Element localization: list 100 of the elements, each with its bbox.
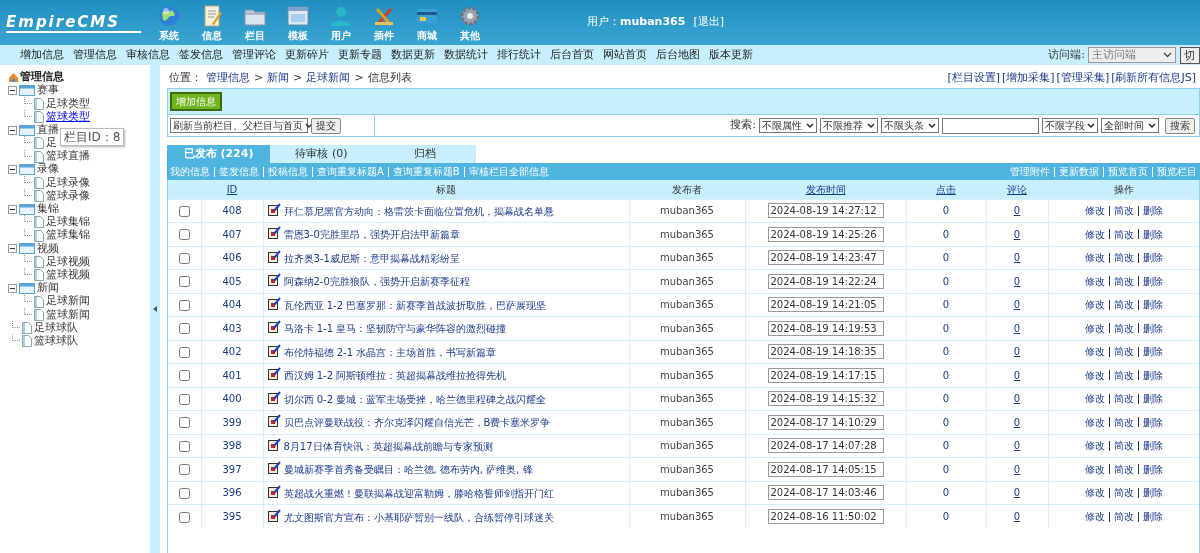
edit-icon[interactable] xyxy=(267,226,281,240)
breadcrumb-link[interactable]: 新闻 xyxy=(267,70,290,87)
title-link[interactable]: 瓦伦西亚 1-2 巴塞罗那：新赛季首战波折取胜，巴萨展现坚 xyxy=(283,297,547,313)
menu-link[interactable]: 数据更新 xyxy=(391,47,435,63)
row-action-link[interactable]: 简改 xyxy=(1113,344,1134,360)
comment-link[interactable]: 0 xyxy=(1013,299,1021,311)
menu-link[interactable]: 管理信息 xyxy=(73,47,117,63)
title-link[interactable]: 贝巴点评曼联战役：齐尔克泽闪耀自信光芒，B费卡塞米罗争 xyxy=(283,415,551,431)
menu-link[interactable]: 签发信息 xyxy=(179,47,223,63)
row-action-link[interactable]: 简改 xyxy=(1113,203,1134,219)
time-field[interactable]: 2024-08-19 14:15:32 xyxy=(767,391,884,407)
time-field[interactable]: 2024-08-17 14:03:46 xyxy=(767,485,884,501)
top-link[interactable]: [管理采集] xyxy=(1056,70,1110,87)
tree-item[interactable]: 录像 xyxy=(37,161,59,178)
column-header-link[interactable]: 发布时间 xyxy=(805,183,846,195)
checkbox[interactable] xyxy=(178,393,190,405)
row-action-link[interactable]: 删除 xyxy=(1142,391,1163,407)
title-link[interactable]: 拉齐奥3-1威尼斯：意甲揭幕战精彩纷呈 xyxy=(283,250,460,266)
menu-link[interactable]: 排行统计 xyxy=(497,47,541,63)
title-link[interactable]: 曼城新赛季首秀备受瞩目：哈兰德, 德布劳内, 萨维奥, 锋 xyxy=(283,462,533,478)
row-action-link[interactable]: 修改 xyxy=(1084,414,1105,430)
time-field[interactable]: 2024-08-19 14:22:24 xyxy=(767,273,884,289)
comment-link[interactable]: 0 xyxy=(1013,252,1021,264)
row-action-link[interactable]: 删除 xyxy=(1142,367,1163,383)
row-action-link[interactable]: 删除 xyxy=(1142,438,1163,454)
time-field[interactable]: 2024-08-19 14:17:15 xyxy=(767,367,884,383)
row-action-link[interactable]: 修改 xyxy=(1084,226,1105,242)
row-action-link[interactable]: 简改 xyxy=(1113,320,1134,336)
dropdown[interactable]: 不限推荐 xyxy=(820,118,878,133)
row-action-link[interactable]: 简改 xyxy=(1113,461,1134,477)
minus-icon[interactable] xyxy=(8,125,17,135)
top-link[interactable]: [刷新所有信息JS] xyxy=(1111,70,1196,87)
row-action-link[interactable]: 修改 xyxy=(1084,344,1105,360)
edit-icon[interactable] xyxy=(267,461,281,475)
menu-link[interactable]: 版本更新 xyxy=(709,47,753,63)
row-action-link[interactable]: 修改 xyxy=(1084,485,1105,501)
title-link[interactable]: 雷恩3-0完胜里昂，强势开启法甲新篇章 xyxy=(283,227,460,243)
edit-icon[interactable] xyxy=(267,320,281,334)
comment-link[interactable]: 0 xyxy=(1013,487,1021,499)
title-link[interactable]: 拜仁慕尼黑官方动向：格雷茨卡面临位置危机，揭幕战名单悬 xyxy=(283,203,554,219)
comment-link[interactable]: 0 xyxy=(1013,346,1021,358)
row-action-link[interactable]: 删除 xyxy=(1142,203,1163,219)
comment-link[interactable]: 0 xyxy=(1013,511,1021,522)
row-action-link[interactable]: 删除 xyxy=(1142,297,1163,313)
time-field[interactable]: 2024-08-16 11:50:02 xyxy=(767,509,884,524)
minus-icon[interactable] xyxy=(8,86,17,96)
comment-link[interactable]: 0 xyxy=(1013,205,1021,217)
checkbox[interactable] xyxy=(178,511,190,523)
row-action-link[interactable]: 修改 xyxy=(1084,509,1105,524)
time-field[interactable]: 2024-08-19 14:27:12 xyxy=(767,203,884,219)
checkbox[interactable] xyxy=(178,323,190,335)
edit-icon[interactable] xyxy=(267,273,281,287)
row-action-link[interactable]: 修改 xyxy=(1084,203,1105,219)
collapse-icon[interactable] xyxy=(153,306,157,312)
tree-item[interactable]: 赛事 xyxy=(37,82,59,99)
row-action-link[interactable]: 简改 xyxy=(1113,226,1134,242)
comment-link[interactable]: 0 xyxy=(1013,322,1021,334)
row-action-link[interactable]: 删除 xyxy=(1142,414,1163,430)
checkbox[interactable] xyxy=(178,487,190,499)
column-header-link[interactable]: 点击 xyxy=(936,183,956,195)
checkbox[interactable] xyxy=(178,229,190,241)
tree-item[interactable]: 足球新闻 xyxy=(46,293,90,310)
minus-icon[interactable] xyxy=(8,204,17,214)
menu-link[interactable]: 增加信息 xyxy=(20,47,64,63)
title-link[interactable]: 阿森纳2-0完胜狼队，强势开启新赛季征程 xyxy=(283,274,470,290)
row-action-link[interactable]: 删除 xyxy=(1142,344,1163,360)
row-action-link[interactable]: 简改 xyxy=(1113,438,1134,454)
submit-button[interactable]: 提交 xyxy=(311,117,341,134)
refresh-dropdown[interactable]: 刷新当前栏目、父栏目与首页 xyxy=(170,118,308,133)
row-action-link[interactable]: 简改 xyxy=(1113,509,1134,524)
time-field[interactable]: 2024-08-19 14:25:26 xyxy=(767,226,884,242)
time-field[interactable]: 2024-08-17 14:10:29 xyxy=(767,414,884,430)
edit-icon[interactable] xyxy=(267,367,281,381)
menu-link[interactable]: 后台地图 xyxy=(656,47,700,63)
menu-link[interactable]: 更新碎片 xyxy=(285,47,329,63)
tab[interactable]: 待审核 (0) xyxy=(270,145,373,163)
tree-item[interactable]: 篮球球队 xyxy=(34,332,78,350)
edit-icon[interactable] xyxy=(267,296,281,310)
switch-button[interactable]: 切 xyxy=(1180,46,1200,64)
top-link[interactable]: [增加采集] xyxy=(1002,70,1055,87)
title-link[interactable]: 尤文图斯官方宣布：小基耶萨暂别一线队，合练暂停引球迷关 xyxy=(283,509,554,525)
row-action-link[interactable]: 修改 xyxy=(1084,461,1105,477)
row-action-link[interactable]: 修改 xyxy=(1084,391,1105,407)
minus-icon[interactable] xyxy=(8,165,17,175)
row-action-link[interactable]: 删除 xyxy=(1142,320,1163,336)
row-action-link[interactable]: 删除 xyxy=(1142,226,1163,242)
menu-link[interactable]: 后台首页 xyxy=(550,47,594,63)
minus-icon[interactable] xyxy=(8,244,17,254)
title-link[interactable]: 英超战火重燃！曼联揭幕战迎富勒姆，滕哈格誓师剑指开门红 xyxy=(283,485,554,501)
edit-icon[interactable] xyxy=(267,249,281,263)
checkbox[interactable] xyxy=(178,440,190,452)
row-action-link[interactable]: 简改 xyxy=(1113,250,1134,266)
dropdown[interactable]: 不限头条 xyxy=(881,118,939,133)
row-action-link[interactable]: 简改 xyxy=(1113,485,1134,501)
title-link[interactable]: 切尔西 0-2 曼城：蓝军主场受挫，哈兰德里程碑之战闪耀全 xyxy=(283,391,547,407)
row-action-link[interactable]: 简改 xyxy=(1113,297,1134,313)
column-header-link[interactable]: ID xyxy=(226,183,238,195)
title-link[interactable]: 8月17日体育快讯：英超揭幕战前瞻与专家预测 xyxy=(283,438,493,454)
row-action-link[interactable]: 简改 xyxy=(1113,367,1134,383)
row-action-link[interactable]: 修改 xyxy=(1084,250,1105,266)
